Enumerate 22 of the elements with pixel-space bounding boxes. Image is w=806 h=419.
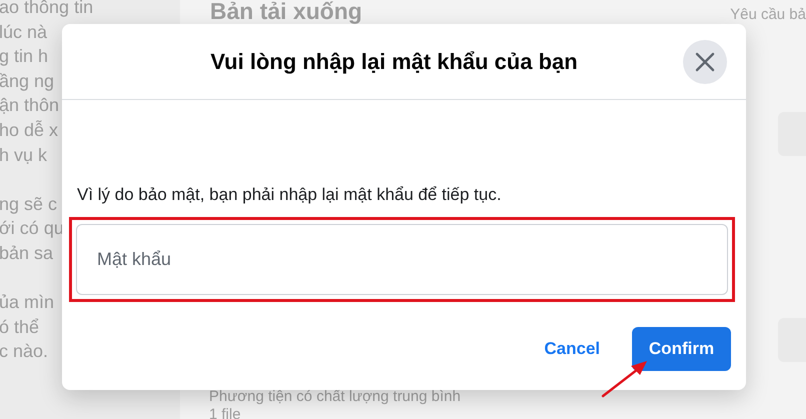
confirm-button[interactable]: Confirm [632,327,731,371]
section-heading: Bản tải xuống [210,0,362,25]
cancel-button[interactable]: Cancel [544,339,600,359]
item-title: Phương tiện có chất lượng trung bình [209,388,461,405]
dialog-title: Vui lòng nhập lại mật khẩu của bạn [210,48,578,74]
paragraph-line: ận thôn [0,94,60,118]
close-icon [694,51,716,73]
paragraph-line: ủa mìn [0,291,54,314]
paragraph-line: bản sa [0,242,54,265]
close-button[interactable] [683,40,727,84]
item-subtitle: 1 file [209,406,242,419]
paragraph-line: ho dễ x [0,118,58,142]
paragraph-line: lúc nà [0,20,48,44]
paragraph-line: h vụ k [0,144,48,167]
paragraph-line: ao thông tin [0,0,94,19]
request-link[interactable]: Yêu cầu bả [730,6,806,23]
paragraph-line: g tin h [0,45,48,68]
paragraph-line: c nào. [0,340,48,364]
paragraph-line: ó thể [0,316,40,339]
dialog-message: Vì lý do bảo mật, bạn phải nhập lại mật khẩu để tiếp tục. [76,185,502,205]
password-field[interactable]: Mật khẩu [76,224,728,295]
paragraph-line: ng sẽ c [0,192,58,216]
